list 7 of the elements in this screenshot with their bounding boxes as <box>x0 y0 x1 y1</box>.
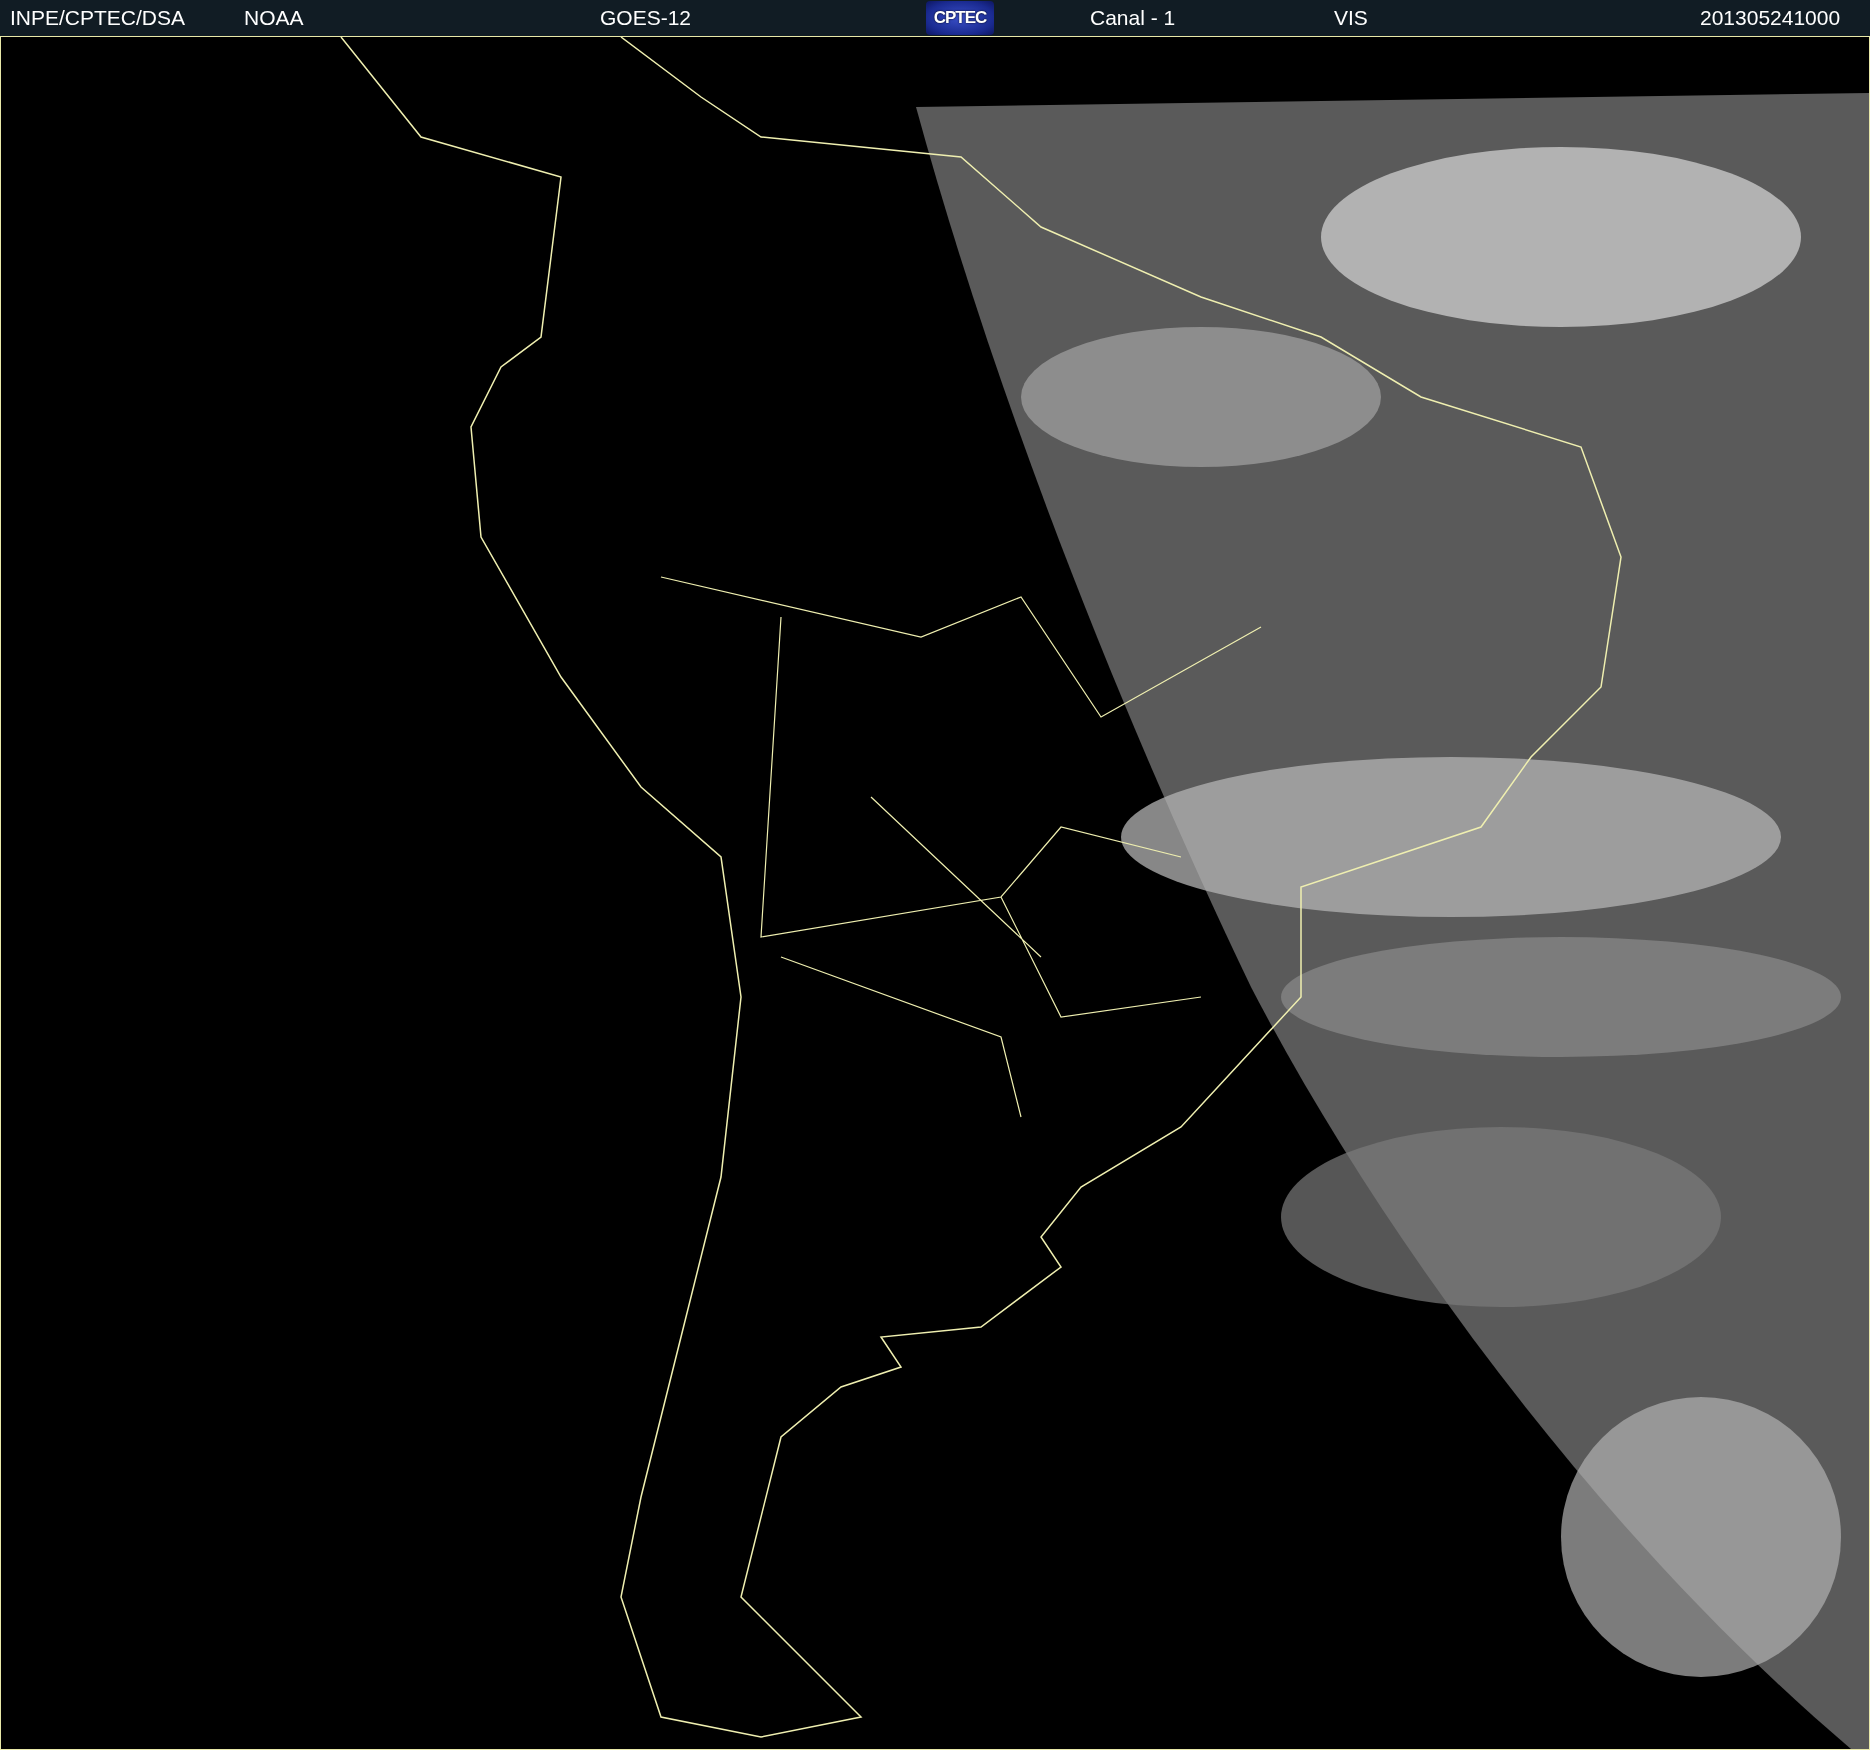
header-label: Canal - 1 <box>1090 6 1176 30</box>
header-label: INPE/CPTEC/DSA <box>10 6 186 30</box>
header-label: NOAA <box>244 6 304 30</box>
header-label: 201305241000 <box>1700 6 1841 30</box>
header-label: GOES-12 <box>600 6 692 30</box>
header-label: VIS <box>1334 6 1368 30</box>
logo: CPTEC <box>926 1 994 35</box>
